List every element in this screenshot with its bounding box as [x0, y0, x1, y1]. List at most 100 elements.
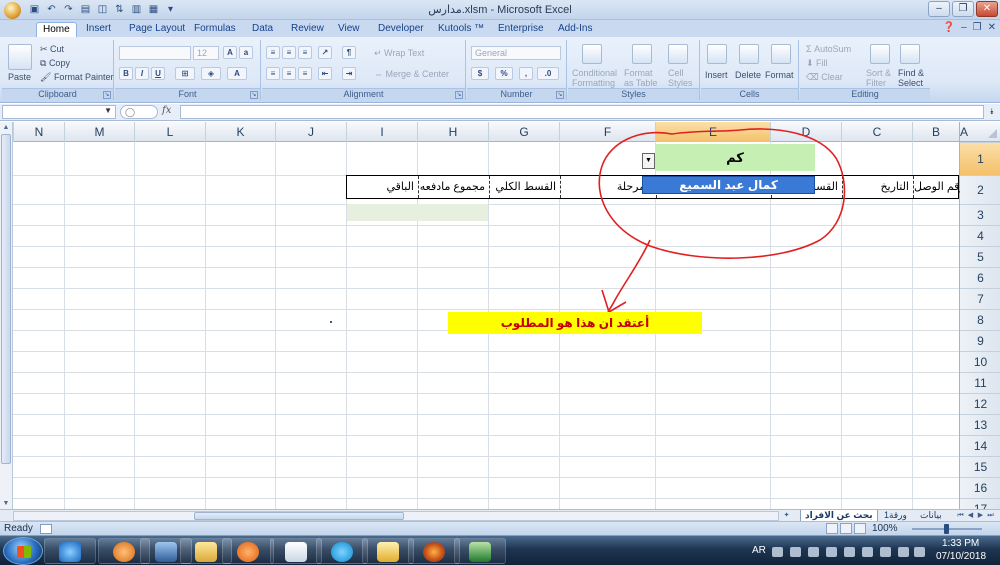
taskbar-excel[interactable]: [454, 538, 506, 564]
tab-kutools[interactable]: Kutools ™: [432, 22, 490, 37]
column-header-b[interactable]: B: [912, 122, 959, 142]
sort-filter-button[interactable]: Sort & Filter: [866, 68, 891, 88]
cell-c2-date[interactable]: التاريخ: [842, 176, 913, 198]
delete-cells-icon[interactable]: [739, 44, 759, 64]
align-center-icon[interactable]: ≡: [282, 67, 296, 80]
scroll-up-icon[interactable]: ▲: [0, 122, 12, 133]
validation-dropdown-button[interactable]: ▼: [642, 153, 655, 169]
cell-styles-icon[interactable]: [668, 44, 688, 64]
row-header-13[interactable]: 13: [960, 414, 1000, 435]
insert-cells-icon[interactable]: [707, 44, 727, 64]
tray-security-icon[interactable]: [826, 547, 837, 557]
worksheet[interactable]: ▲ ▼ N M L K J I H G F E D C B A 1 2 3 4 …: [0, 122, 1000, 509]
conditional-formatting-icon[interactable]: [582, 44, 602, 64]
cell-g2-total-installment[interactable]: القسط الكلي: [489, 176, 560, 198]
tray-display-icon[interactable]: [862, 547, 873, 557]
column-header-a[interactable]: A: [959, 122, 969, 142]
page-layout-view-icon[interactable]: [840, 523, 852, 534]
tab-view[interactable]: View: [332, 22, 366, 37]
horizontal-scroll-thumb[interactable]: [194, 512, 404, 520]
align-left-icon[interactable]: ≡: [266, 67, 280, 80]
number-format-dropdown[interactable]: General: [471, 46, 561, 60]
merge-center-button[interactable]: ⇔ Merge & Center: [374, 69, 449, 79]
tab-insert[interactable]: Insert: [80, 22, 117, 37]
column-header-f[interactable]: F: [559, 122, 655, 142]
last-sheet-icon[interactable]: ⏭: [986, 510, 995, 521]
zoom-level[interactable]: 100%: [872, 523, 898, 534]
close-workbook-icon[interactable]: ✕: [988, 22, 996, 33]
fx-icon[interactable]: fx: [162, 105, 178, 119]
fill-button[interactable]: ⬇ Fill: [806, 58, 828, 69]
format-cells-button[interactable]: Format: [765, 70, 794, 80]
text-direction-icon[interactable]: ¶: [342, 46, 356, 59]
first-sheet-icon[interactable]: ⏮: [956, 510, 965, 521]
percent-button[interactable]: %: [495, 67, 513, 80]
row-header-3[interactable]: 3: [960, 204, 1000, 225]
row-header-4[interactable]: 4: [960, 225, 1000, 246]
row-header-15[interactable]: 15: [960, 456, 1000, 477]
vertical-scroll-thumb[interactable]: [1, 134, 11, 464]
start-button[interactable]: [3, 537, 43, 565]
underline-button[interactable]: U: [151, 67, 165, 80]
column-header-m[interactable]: M: [64, 122, 134, 142]
page-break-view-icon[interactable]: [854, 523, 866, 534]
column-header-l[interactable]: L: [134, 122, 205, 142]
taskbar-ie[interactable]: [44, 538, 96, 564]
borders-icon[interactable]: ⊞: [175, 67, 195, 80]
tab-page-layout[interactable]: Page Layout: [123, 22, 191, 37]
row-header-12[interactable]: 12: [960, 393, 1000, 414]
copy-button[interactable]: ⧉ Copy: [40, 58, 70, 69]
chevron-down-icon[interactable]: ▼: [104, 106, 112, 115]
tray-monitor-icon[interactable]: [880, 547, 891, 557]
tab-review[interactable]: Review: [285, 22, 330, 37]
taskbar-explorer[interactable]: [362, 538, 414, 564]
taskbar-window[interactable]: [270, 538, 322, 564]
tab-data[interactable]: Data: [246, 22, 279, 37]
tray-flag-icon[interactable]: [914, 547, 925, 557]
row-header-17[interactable]: 17: [960, 498, 1000, 509]
row-header-10[interactable]: 10: [960, 351, 1000, 372]
highlighted-range-i3-h3[interactable]: [347, 204, 488, 221]
format-painter-button[interactable]: 🖌 Format Painter: [40, 72, 113, 83]
shrink-font-icon[interactable]: a: [239, 46, 253, 59]
prev-sheet-icon[interactable]: ◀: [966, 510, 975, 521]
zoom-slider-knob[interactable]: [944, 524, 949, 534]
comma-style-icon[interactable]: ,: [519, 67, 533, 80]
tray-keyboard-icon[interactable]: [772, 547, 783, 557]
sort-filter-icon[interactable]: [870, 44, 890, 64]
column-header-n[interactable]: N: [13, 122, 64, 142]
find-select-button[interactable]: Find & Select: [898, 68, 924, 88]
format-as-table-button[interactable]: Format as Table: [624, 68, 657, 88]
new-sheet-icon[interactable]: ✦: [782, 510, 791, 521]
tab-enterprise[interactable]: Enterprise: [492, 22, 550, 37]
tray-mail-icon[interactable]: [844, 547, 855, 557]
font-name-dropdown[interactable]: [119, 46, 191, 60]
align-middle-icon[interactable]: ≡: [282, 46, 296, 59]
horizontal-scrollbar[interactable]: [13, 511, 779, 521]
column-header-g[interactable]: G: [488, 122, 559, 142]
row-header-9[interactable]: 9: [960, 330, 1000, 351]
italic-button[interactable]: I: [135, 67, 149, 80]
delete-cells-button[interactable]: Delete: [735, 70, 761, 80]
fill-color-icon[interactable]: ◈: [201, 67, 221, 80]
restore-button[interactable]: ❐: [952, 1, 974, 17]
font-size-dropdown[interactable]: 12: [193, 46, 219, 60]
formula-bar-zoom[interactable]: ◯: [120, 105, 158, 119]
row-header-11[interactable]: 11: [960, 372, 1000, 393]
tray-network-icon[interactable]: [790, 547, 801, 557]
column-header-h[interactable]: H: [417, 122, 488, 142]
grow-font-icon[interactable]: A: [223, 46, 237, 59]
row-header-8[interactable]: 8: [960, 309, 1000, 330]
column-header-e[interactable]: E: [655, 122, 770, 142]
paste-button[interactable]: Paste: [8, 72, 31, 82]
restore-ribbon-icon[interactable]: ❐: [973, 22, 982, 33]
paste-icon[interactable]: [8, 44, 32, 70]
wrap-text-button[interactable]: ↵ Wrap Text: [374, 48, 424, 59]
normal-view-icon[interactable]: [826, 523, 838, 534]
minimize-ribbon-icon[interactable]: –: [961, 22, 967, 33]
number-launcher-icon[interactable]: ↘: [556, 91, 564, 99]
active-cell-e1[interactable]: كم: [655, 144, 815, 171]
format-as-table-icon[interactable]: [632, 44, 652, 64]
row-header-7[interactable]: 7: [960, 288, 1000, 309]
tab-formulas[interactable]: Formulas: [188, 22, 242, 37]
